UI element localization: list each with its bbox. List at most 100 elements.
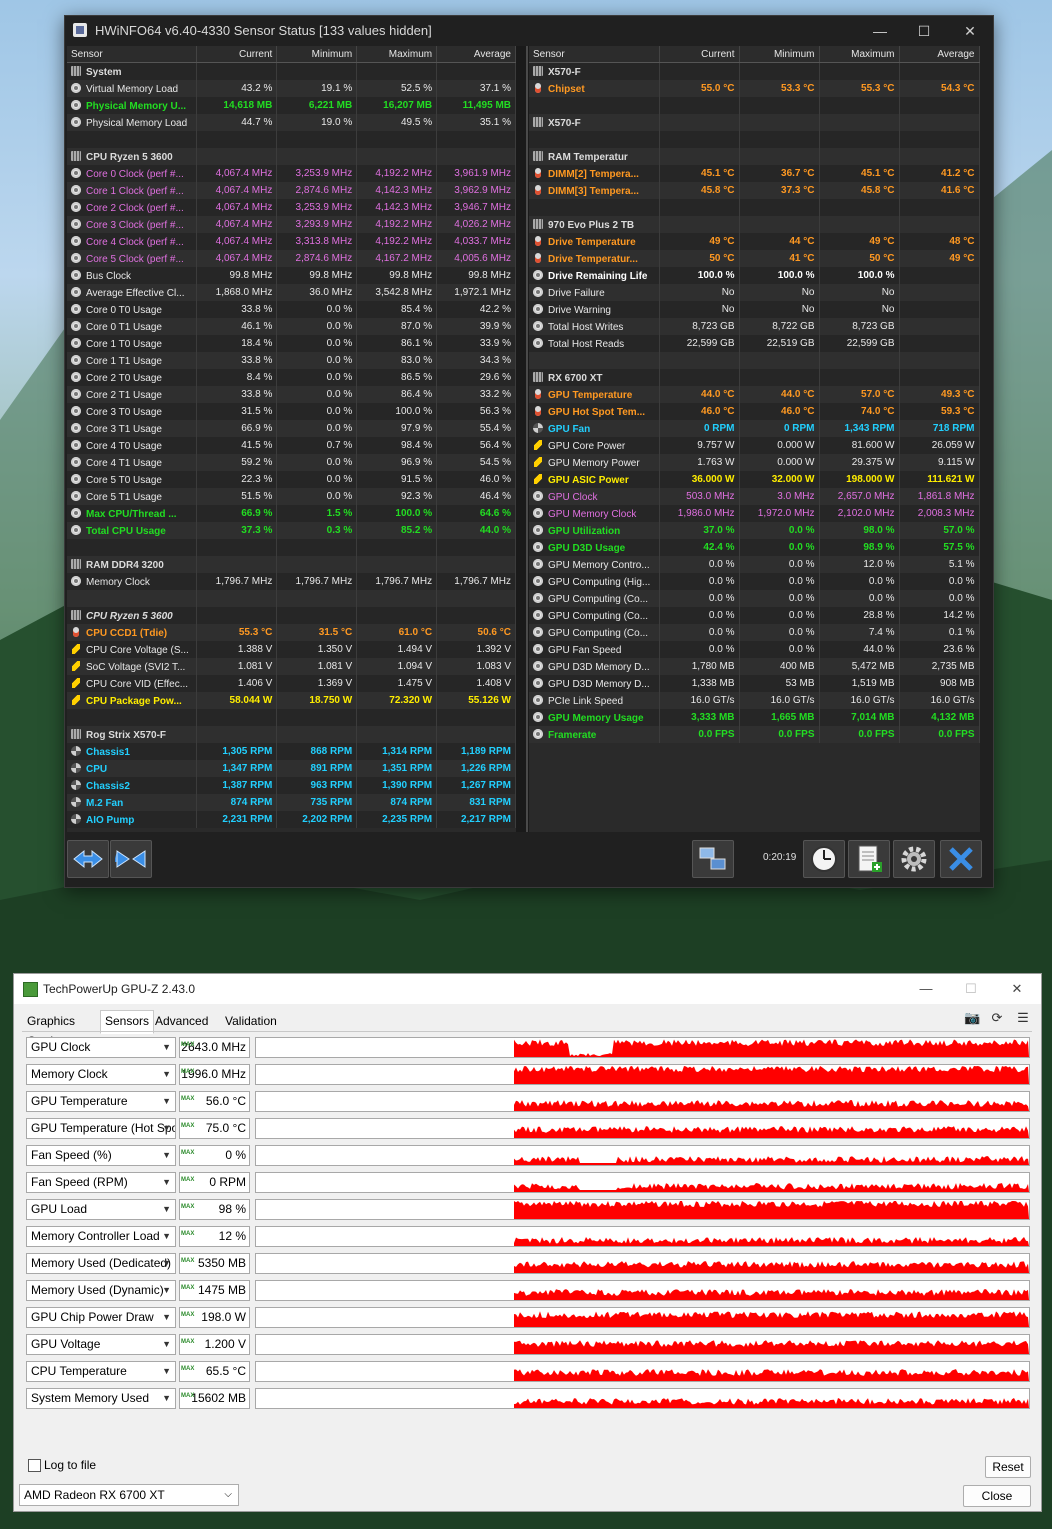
camera-icon[interactable]: 📷	[964, 1010, 980, 1026]
sensor-value-box[interactable]: MAX 0 %	[179, 1145, 250, 1166]
sensor-group-row[interactable]: RAM Temperatur	[529, 148, 980, 165]
sensor-name-dropdown[interactable]: Memory Controller Load ▼	[26, 1226, 176, 1247]
sensor-row[interactable]: Drive Remaining Life 100.0 % 100.0 % 100.0 …	[529, 267, 980, 284]
col-average[interactable]: Average	[436, 46, 516, 63]
sensor-row[interactable]: Core 1 T1 Usage 33.8 % 0.0 % 83.0 % 34.3 %	[67, 352, 516, 369]
sensor-group-row[interactable]: CPU Ryzen 5 3600	[67, 607, 516, 624]
sensor-row[interactable]: GPU Memory Clock 1,986.0 MHz 1,972.0 MHz 2,…	[529, 505, 980, 522]
sensor-value-box[interactable]: MAX 2643.0 MHz	[179, 1037, 250, 1058]
sensor-row[interactable]: GPU Memory Power 1.763 W 0.000 W 29.375 W 9.…	[529, 454, 980, 471]
sensor-row[interactable]: CPU CCD1 (Tdie) 55.3 °C 31.5 °C 61.0 °C 50.6…	[67, 624, 516, 641]
sensor-name-dropdown[interactable]: Memory Used (Dynamic) ▼	[26, 1280, 176, 1301]
sensor-value-box[interactable]: MAX 75.0 °C	[179, 1118, 250, 1139]
sensor-row[interactable]: Total Host Writes 8,723 GB 8,722 GB 8,723 G…	[529, 318, 980, 335]
sensor-row[interactable]: GPU Clock 503.0 MHz 3.0 MHz 2,657.0 MHz 1,86…	[529, 488, 980, 505]
sensor-row[interactable]: Core 5 T0 Usage 22.3 % 0.0 % 91.5 % 46.0 %	[67, 471, 516, 488]
close-button[interactable]: Close	[963, 1485, 1031, 1507]
sensor-row[interactable]: GPU Computing (Co... 0.0 % 0.0 % 0.0 % 0.0 %	[529, 590, 980, 607]
sensor-row[interactable]: Core 2 Clock (perf #... 4,067.4 MHz 3,253.…	[67, 199, 516, 216]
gpuz-minimize-button[interactable]: —	[911, 978, 941, 1000]
sensor-row[interactable]: GPU Core Power 9.757 W 0.000 W 81.600 W 26.0…	[529, 437, 980, 454]
sensor-row[interactable]: GPU Computing (Co... 0.0 % 0.0 % 7.4 % 0.1 %	[529, 624, 980, 641]
sensor-value-box[interactable]: MAX 1.200 V	[179, 1334, 250, 1355]
gpuz-maximize-button[interactable]: ☐	[956, 978, 986, 1000]
sensor-row[interactable]: Physical Memory U... 14,618 MB 6,221 MB 16,…	[67, 97, 516, 114]
sensor-row[interactable]: GPU ASIC Power 36.000 W 32.000 W 198.000 W1…	[529, 471, 980, 488]
sensor-row[interactable]: PCIe Link Speed 16.0 GT/s 16.0 GT/s 16.0 GT…	[529, 692, 980, 709]
sensor-group-row[interactable]: X570-F	[529, 114, 980, 131]
sensor-row[interactable]: Core 0 Clock (perf #... 4,067.4 MHz 3,253.…	[67, 165, 516, 182]
col-current[interactable]: Current	[196, 46, 278, 63]
sensor-row[interactable]: Chipset 55.0 °C 53.3 °C 55.3 °C 54.3 °C	[529, 80, 980, 97]
sensor-row[interactable]: Memory Clock 1,796.7 MHz 1,796.7 MHz 1,796.…	[67, 573, 516, 590]
sensor-group-row[interactable]: Rog Strix X570-F	[67, 726, 516, 743]
sensor-row[interactable]: Core 3 T1 Usage 66.9 % 0.0 % 97.9 % 55.4 %	[67, 420, 516, 437]
sensor-name-dropdown[interactable]: Fan Speed (%) ▼	[26, 1145, 176, 1166]
sensor-row[interactable]: Core 4 Clock (perf #... 4,067.4 MHz 3,313.…	[67, 233, 516, 250]
sensor-name-dropdown[interactable]: CPU Temperature ▼	[26, 1361, 176, 1382]
log-to-file-checkbox[interactable]	[28, 1459, 41, 1472]
sensor-row[interactable]: Core 3 T0 Usage 31.5 % 0.0 % 100.0 % 56.3 %	[67, 403, 516, 420]
sensor-value-box[interactable]: MAX 198.0 W	[179, 1307, 250, 1328]
sensor-row[interactable]: DIMM[2] Tempera... 45.1 °C 36.7 °C 45.1 °C 4…	[529, 165, 980, 182]
sensor-row[interactable]: Drive Temperature 49 °C 44 °C 49 °C 48 °C	[529, 233, 980, 250]
sensor-row[interactable]: Max CPU/Thread ... 66.9 % 1.5 % 100.0 % 64.6…	[67, 505, 516, 522]
sensor-row[interactable]: GPU Fan Speed 0.0 % 0.0 % 44.0 % 23.6 %	[529, 641, 980, 658]
sensor-value-box[interactable]: MAX 1996.0 MHz	[179, 1064, 250, 1085]
sensor-group-row[interactable]: CPU Ryzen 5 3600	[67, 148, 516, 165]
sensor-name-dropdown[interactable]: GPU Chip Power Draw ▼	[26, 1307, 176, 1328]
sensor-value-box[interactable]: MAX 15602 MB	[179, 1388, 250, 1409]
settings-button[interactable]	[893, 840, 935, 878]
sensor-row[interactable]: Core 3 Clock (perf #... 4,067.4 MHz 3,293.…	[67, 216, 516, 233]
sensor-row[interactable]: Core 4 T1 Usage 59.2 % 0.0 % 96.9 % 54.5 %	[67, 454, 516, 471]
sensor-group-row[interactable]: RAM DDR4 3200	[67, 556, 516, 573]
sensor-row[interactable]: GPU Temperature 44.0 °C 44.0 °C 57.0 °C 49.3…	[529, 386, 980, 403]
collapse-columns-button[interactable]	[110, 840, 152, 878]
sensor-group-row[interactable]: RX 6700 XT	[529, 369, 980, 386]
sensor-value-box[interactable]: MAX 98 %	[179, 1199, 250, 1220]
sensor-row[interactable]: Core 0 T1 Usage 46.1 % 0.0 % 87.0 % 39.9 %	[67, 318, 516, 335]
col-minimum[interactable]: Minimum	[276, 46, 358, 63]
sensor-row[interactable]: GPU Memory Contro... 0.0 % 0.0 % 12.0 % 5.1 …	[529, 556, 980, 573]
gpuz-close-button[interactable]: ✕	[1002, 978, 1032, 1000]
sensor-row[interactable]: Bus Clock 99.8 MHz 99.8 MHz 99.8 MHz 99.8 MH…	[67, 267, 516, 284]
sensor-name-dropdown[interactable]: Fan Speed (RPM) ▼	[26, 1172, 176, 1193]
sensor-row[interactable]: Drive Temperatur... 50 °C 41 °C 50 °C 49 °C	[529, 250, 980, 267]
sensor-row[interactable]: SoC Voltage (SVI2 T... 1.081 V 1.081 V 1.09…	[67, 658, 516, 675]
sensor-row[interactable]: GPU D3D Memory D... 1,338 MB 53 MB 1,519 MB…	[529, 675, 980, 692]
sensor-row[interactable]: Core 0 T0 Usage 33.8 % 0.0 % 85.4 % 42.2 %	[67, 301, 516, 318]
sensor-group-row[interactable]: System	[67, 62, 516, 80]
col-sensor[interactable]: Sensor	[67, 46, 198, 63]
col-maximum[interactable]: Maximum	[819, 46, 900, 63]
exit-button[interactable]	[940, 840, 982, 878]
sensor-name-dropdown[interactable]: Memory Clock ▼	[26, 1064, 176, 1085]
sensor-row[interactable]: Core 2 T0 Usage 8.4 % 0.0 % 86.5 % 29.6 %	[67, 369, 516, 386]
maximize-button[interactable]: ☐	[909, 20, 939, 42]
reset-timer-button[interactable]	[803, 840, 845, 878]
sensor-row[interactable]: GPU D3D Memory D... 1,780 MB 400 MB 5,472 M…	[529, 658, 980, 675]
col-maximum[interactable]: Maximum	[356, 46, 438, 63]
sensor-row[interactable]: Core 5 T1 Usage 51.5 % 0.0 % 92.3 % 46.4 %	[67, 488, 516, 505]
sensor-row[interactable]: GPU D3D Usage 42.4 % 0.0 % 98.9 % 57.5 %	[529, 539, 980, 556]
device-select[interactable]: AMD Radeon RX 6700 XT ⌵	[19, 1484, 239, 1506]
col-sensor[interactable]: Sensor	[529, 46, 660, 63]
sensor-name-dropdown[interactable]: GPU Voltage ▼	[26, 1334, 176, 1355]
sensor-group-row[interactable]: 970 Evo Plus 2 TB	[529, 216, 980, 233]
sensor-value-box[interactable]: MAX 0 RPM	[179, 1172, 250, 1193]
sensor-row[interactable]: Physical Memory Load 44.7 % 19.0 % 49.5 % 35…	[67, 114, 516, 131]
gpuz-titlebar[interactable]: TechPowerUp GPU-Z 2.43.0 — ☐ ✕	[14, 974, 1041, 1004]
sensor-row[interactable]: Core 1 Clock (perf #... 4,067.4 MHz 2,874.…	[67, 182, 516, 199]
sensor-value-box[interactable]: MAX 5350 MB	[179, 1253, 250, 1274]
sensor-row[interactable]: GPU Computing (Hig... 0.0 % 0.0 % 0.0 % 0.0 …	[529, 573, 980, 590]
sensor-value-box[interactable]: MAX 12 %	[179, 1226, 250, 1247]
sensor-row[interactable]: CPU Core Voltage (S... 1.388 V 1.350 V 1.49…	[67, 641, 516, 658]
sensor-row[interactable]: Core 2 T1 Usage 33.8 % 0.0 % 86.4 % 33.2 %	[67, 386, 516, 403]
sensor-row[interactable]: Virtual Memory Load 43.2 % 19.1 % 52.5 % 37.…	[67, 80, 516, 97]
sensor-name-dropdown[interactable]: GPU Temperature (Hot Spot) ▼	[26, 1118, 176, 1139]
hwinfo-titlebar[interactable]: HWiNFO64 v6.40-4330 Sensor Status [133 v…	[65, 16, 993, 46]
sensor-name-dropdown[interactable]: GPU Clock ▼	[26, 1037, 176, 1058]
sensor-value-box[interactable]: MAX 56.0 °C	[179, 1091, 250, 1112]
sensor-row[interactable]: GPU Fan 0 RPM 0 RPM 1,343 RPM 718 RPM	[529, 420, 980, 437]
sensor-row[interactable]: GPU Computing (Co... 0.0 % 0.0 % 28.8 % 14.2…	[529, 607, 980, 624]
sensor-panel-right[interactable]: Sensor Current Minimum Maximum Average X…	[529, 46, 980, 832]
